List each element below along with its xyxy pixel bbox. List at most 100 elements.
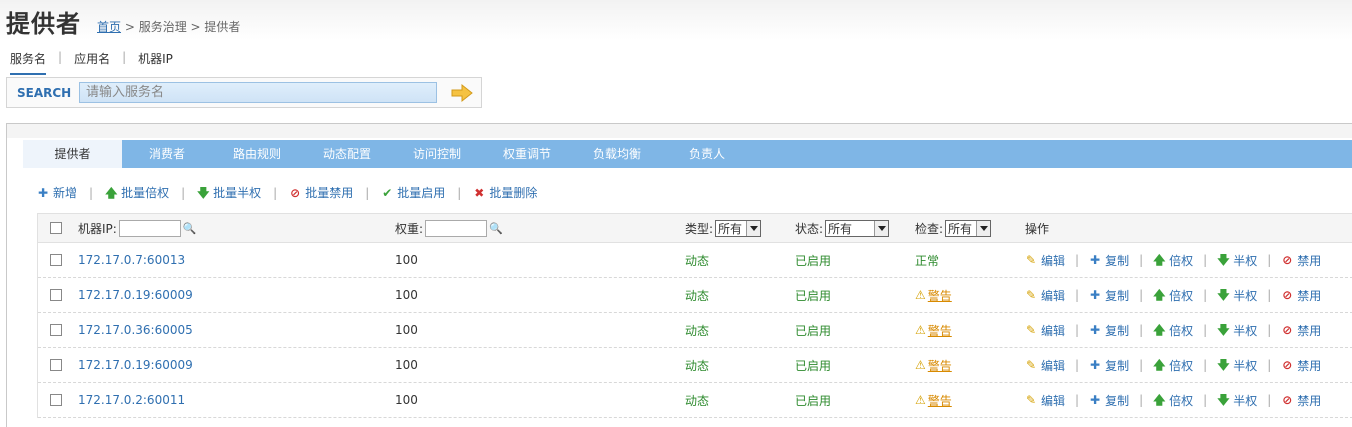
double-weight-button[interactable]: 🡅 倍权 bbox=[1153, 357, 1193, 374]
double-weight-label: 倍权 bbox=[1169, 288, 1194, 303]
batch-enable-button[interactable]: ✔ 批量启用 bbox=[381, 184, 445, 201]
half-weight-label: 半权 bbox=[1233, 358, 1258, 373]
disable-button[interactable]: ⊘ 禁用 bbox=[1281, 322, 1321, 339]
row-checkbox[interactable] bbox=[50, 324, 62, 336]
select-all-checkbox[interactable] bbox=[50, 222, 62, 234]
double-weight-button[interactable]: 🡅 倍权 bbox=[1153, 392, 1193, 409]
copy-button[interactable]: ✚ 复制 bbox=[1089, 322, 1129, 339]
weight-value: 100 bbox=[395, 358, 418, 372]
ip-link[interactable]: 172.17.0.7:60013 bbox=[78, 253, 185, 267]
tab-weights[interactable]: 权重调节 bbox=[482, 140, 572, 168]
disable-button[interactable]: ⊘ 禁用 bbox=[1281, 357, 1321, 374]
double-weight-button[interactable]: 🡅 倍权 bbox=[1153, 322, 1193, 339]
half-weight-button[interactable]: 🡇 半权 bbox=[1217, 287, 1257, 304]
ip-cell: 172.17.0.36:60005 bbox=[78, 313, 193, 347]
type-cell: 动态 bbox=[685, 278, 709, 312]
half-weight-button[interactable]: 🡇 半权 bbox=[1217, 392, 1257, 409]
half-weight-button[interactable]: 🡇 半权 bbox=[1217, 322, 1257, 339]
batch-double-weight-button[interactable]: 🡅 批量倍权 bbox=[105, 184, 169, 201]
main-panel: 提供者 消费者 路由规则 动态配置 访问控制 权重调节 负载均衡 负责人 ✚ 新增… bbox=[6, 123, 1352, 427]
half-weight-button[interactable]: 🡇 半权 bbox=[1217, 252, 1257, 269]
add-button[interactable]: ✚ 新增 bbox=[37, 184, 77, 201]
divider: | bbox=[365, 185, 370, 200]
status-cell: 已启用 bbox=[795, 348, 831, 382]
weight-value: 100 bbox=[395, 323, 418, 337]
status-cell: 已启用 bbox=[795, 243, 831, 277]
tab-consumers[interactable]: 消费者 bbox=[122, 140, 212, 168]
tab-access-control[interactable]: 访问控制 bbox=[392, 140, 482, 168]
ip-link[interactable]: 172.17.0.19:60009 bbox=[78, 288, 193, 302]
weight-value: 100 bbox=[395, 253, 418, 267]
tab-providers[interactable]: 提供者 bbox=[23, 140, 122, 168]
batch-enable-label: 批量启用 bbox=[397, 186, 446, 200]
double-weight-label: 倍权 bbox=[1169, 253, 1194, 268]
ip-link[interactable]: 172.17.0.19:60009 bbox=[78, 358, 193, 372]
row-select-cell bbox=[50, 348, 62, 382]
copy-button[interactable]: ✚ 复制 bbox=[1089, 287, 1129, 304]
check-value[interactable]: 警告 bbox=[928, 392, 952, 409]
divider: | bbox=[1267, 323, 1272, 337]
search-icon[interactable]: 🔍 bbox=[183, 222, 197, 235]
batch-delete-button[interactable]: ✖ 批量删除 bbox=[473, 184, 537, 201]
search-tab-app[interactable]: 应用名 bbox=[74, 50, 110, 75]
tab-dynamic-config[interactable]: 动态配置 bbox=[302, 140, 392, 168]
type-header-label: 类型: bbox=[685, 221, 714, 236]
forbidden-icon: ⊘ bbox=[290, 185, 301, 200]
type-filter-select[interactable]: 所有 bbox=[715, 219, 762, 237]
double-weight-button[interactable]: 🡅 倍权 bbox=[1153, 287, 1193, 304]
edit-button[interactable]: ✎ 编辑 bbox=[1025, 322, 1065, 339]
check-filter-select[interactable]: 所有 bbox=[945, 219, 992, 237]
check-cell: ⚠ 警告 bbox=[915, 348, 952, 382]
table-row: 172.17.0.2:60011 100 动态 已启用 ⚠ 警告 ✎ 编辑 | ✚… bbox=[38, 383, 1352, 418]
edit-button[interactable]: ✎ 编辑 bbox=[1025, 287, 1065, 304]
row-checkbox[interactable] bbox=[50, 359, 62, 371]
status-value: 已启用 bbox=[795, 393, 832, 408]
search-tab-ip[interactable]: 机器IP bbox=[138, 50, 173, 75]
ip-link[interactable]: 172.17.0.36:60005 bbox=[78, 323, 193, 337]
action-toolbar: ✚ 新增 | 🡅 批量倍权 | 🡇 批量半权 | ⊘ 批量禁用 | ✔ 批量启用 | ✖ 批… bbox=[37, 184, 537, 201]
batch-disable-button[interactable]: ⊘ 批量禁用 bbox=[289, 184, 353, 201]
double-weight-button[interactable]: 🡅 倍权 bbox=[1153, 252, 1193, 269]
arrow-up-icon: 🡅 bbox=[1153, 393, 1166, 407]
check-value[interactable]: 警告 bbox=[928, 357, 952, 374]
half-weight-button[interactable]: 🡇 半权 bbox=[1217, 357, 1257, 374]
arrow-up-icon: 🡅 bbox=[1153, 288, 1166, 302]
check-value[interactable]: 警告 bbox=[928, 322, 952, 339]
arrow-right-icon[interactable] bbox=[450, 83, 474, 103]
tab-routes[interactable]: 路由规则 bbox=[212, 140, 302, 168]
check-value[interactable]: 警告 bbox=[928, 287, 952, 304]
ip-header-label: 机器IP: bbox=[78, 221, 117, 236]
edit-button[interactable]: ✎ 编辑 bbox=[1025, 392, 1065, 409]
tab-load-balance[interactable]: 负载均衡 bbox=[572, 140, 662, 168]
copy-button[interactable]: ✚ 复制 bbox=[1089, 357, 1129, 374]
warning-icon: ⚠ bbox=[915, 288, 926, 302]
arrow-down-icon: 🡇 bbox=[197, 185, 210, 200]
tab-owners[interactable]: 负责人 bbox=[662, 140, 752, 168]
warning-icon: ⚠ bbox=[915, 358, 926, 372]
search-icon[interactable]: 🔍 bbox=[489, 222, 503, 235]
ip-link[interactable]: 172.17.0.2:60011 bbox=[78, 393, 185, 407]
weight-filter-input[interactable] bbox=[425, 219, 488, 237]
batch-half-weight-label: 批量半权 bbox=[213, 186, 262, 200]
edit-button[interactable]: ✎ 编辑 bbox=[1025, 357, 1065, 374]
row-checkbox[interactable] bbox=[50, 289, 62, 301]
row-checkbox[interactable] bbox=[50, 254, 62, 266]
divider: | bbox=[1203, 393, 1208, 407]
copy-button[interactable]: ✚ 复制 bbox=[1089, 252, 1129, 269]
plus-icon: ✚ bbox=[1090, 253, 1101, 267]
status-filter-select[interactable]: 所有 bbox=[825, 219, 890, 237]
breadcrumb-home-link[interactable]: 首页 bbox=[97, 20, 121, 34]
edit-button[interactable]: ✎ 编辑 bbox=[1025, 252, 1065, 269]
ip-filter-input[interactable] bbox=[118, 219, 181, 237]
disable-button[interactable]: ⊘ 禁用 bbox=[1281, 392, 1321, 409]
row-checkbox[interactable] bbox=[50, 394, 62, 406]
batch-half-weight-button[interactable]: 🡇 批量半权 bbox=[197, 184, 261, 201]
divider: | bbox=[457, 185, 462, 200]
ops-header: 操作 bbox=[1025, 214, 1049, 242]
search-input[interactable] bbox=[79, 82, 437, 103]
disable-button[interactable]: ⊘ 禁用 bbox=[1281, 287, 1321, 304]
check-filter-value: 所有 bbox=[948, 221, 973, 236]
search-tab-service[interactable]: 服务名 bbox=[10, 50, 47, 75]
copy-button[interactable]: ✚ 复制 bbox=[1089, 392, 1129, 409]
disable-button[interactable]: ⊘ 禁用 bbox=[1281, 252, 1321, 269]
